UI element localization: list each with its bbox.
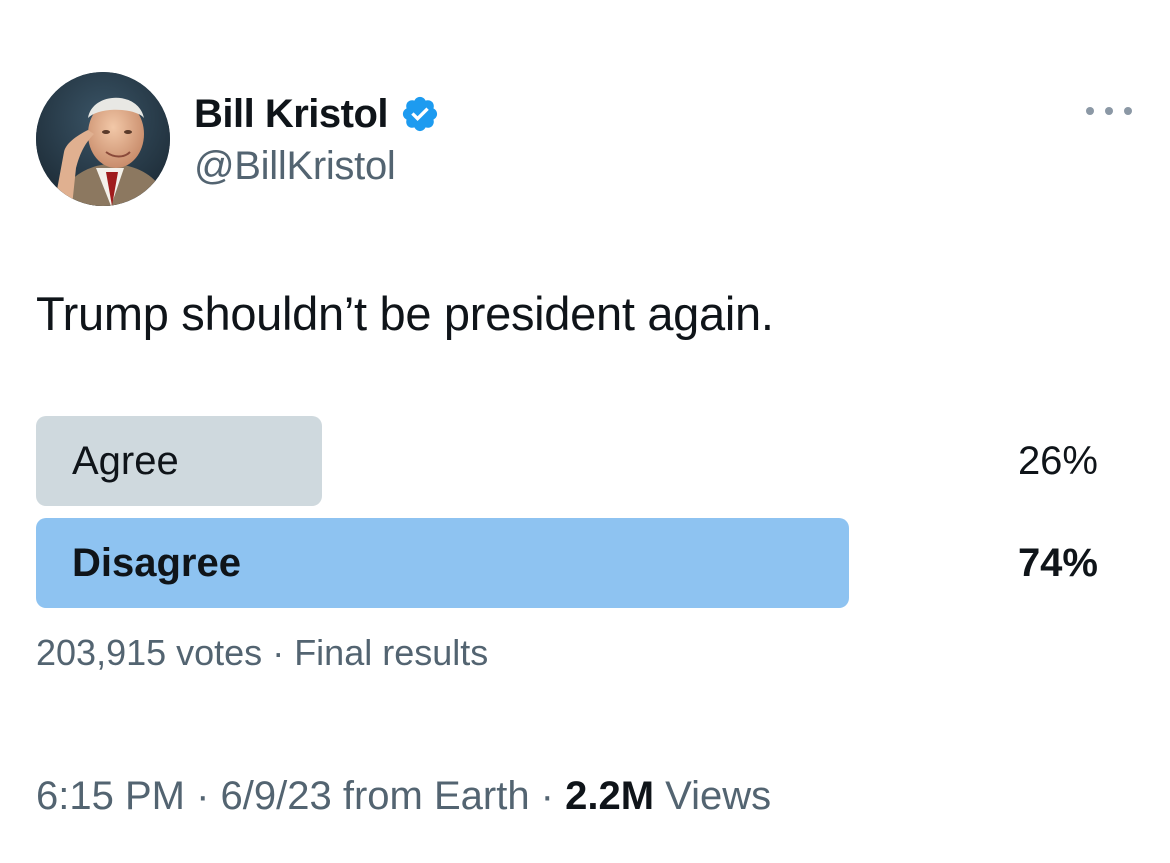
poll: Agree 26% Disagree 74% [36,416,1098,620]
poll-option-label: Agree [72,439,179,483]
display-name[interactable]: Bill Kristol [194,92,389,137]
more-dot [1124,107,1132,115]
poll-option-label: Disagree [72,541,241,585]
poll-option: Agree 26% [36,416,1098,506]
more-dot [1086,107,1094,115]
author-name-row: Bill Kristol [194,88,440,140]
more-dot [1105,107,1113,115]
avatar[interactable] [36,72,170,206]
timestamp-separator: · [529,774,566,818]
tweet-date-source[interactable]: 6/9/23 from Earth [221,774,530,818]
tweet-text: Trump shouldn’t be president again. [36,287,774,340]
poll-status: Final results [294,632,489,673]
author-handle[interactable]: @BillKristol [194,144,396,189]
more-options-icon[interactable] [1086,98,1132,124]
poll-meta: 203,915 votes · Final results [36,632,488,674]
poll-meta-separator: · [262,632,295,673]
profile-photo [36,72,170,206]
views-label: Views [654,774,772,818]
poll-option-percent: 74% [1017,541,1098,585]
verified-badge-icon[interactable] [400,94,440,134]
poll-option-percent: 26% [1017,439,1098,483]
poll-vote-count: 203,915 votes [36,632,263,673]
views-count[interactable]: 2.2M [565,774,654,818]
timestamp-separator: · [184,774,221,818]
tweet-timestamp: 6:15 PM · 6/9/23 from Earth · 2.2M Views [36,774,771,819]
poll-option: Disagree 74% [36,518,1098,608]
tweet-time[interactable]: 6:15 PM [36,774,185,818]
